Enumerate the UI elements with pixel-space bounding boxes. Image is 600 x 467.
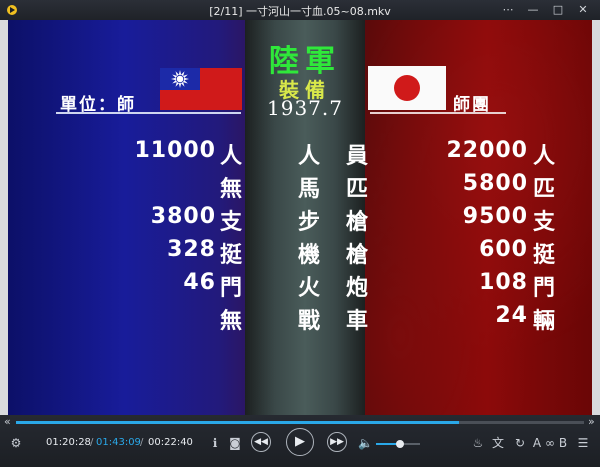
right-unit: 門 xyxy=(533,276,556,301)
right-value: 22000 xyxy=(446,138,528,163)
left-unit: 無 xyxy=(220,309,243,334)
left-value: 328 xyxy=(167,237,216,262)
right-unit: 人 xyxy=(533,144,556,169)
volume-slider[interactable] xyxy=(376,440,420,448)
fast-forward-icon: ▶▶ xyxy=(330,437,344,447)
right-unit: 支 xyxy=(533,210,556,235)
right-value: 600 xyxy=(479,237,528,262)
equalizer-icon[interactable]: ♨ xyxy=(471,435,485,451)
ab-repeat-a[interactable]: A xyxy=(531,435,543,451)
volume-icon[interactable]: 🔈 xyxy=(358,435,373,451)
right-value: 9500 xyxy=(462,204,528,229)
right-unit: 輛 xyxy=(533,309,556,334)
rewind-icon: ◀◀ xyxy=(254,437,268,447)
category-label: 火炮 xyxy=(298,276,395,301)
left-value: 46 xyxy=(183,270,216,295)
seek-back-arrow-icon[interactable]: « xyxy=(4,415,11,428)
play-icon: ▶ xyxy=(295,434,305,449)
current-time: 01:20:28 xyxy=(46,437,91,448)
control-bar: « » ⚙ 01:20:28 / 01:43:09 / 00:22:40 ℹ ◙… xyxy=(0,415,600,467)
time-separator: / xyxy=(140,437,144,448)
left-unit: 無 xyxy=(220,177,243,202)
category-label: 步槍 xyxy=(298,210,395,235)
right-value: 108 xyxy=(479,270,528,295)
roc-flag-icon xyxy=(160,68,242,110)
title-bar[interactable]: [2/11] 一寸河山一寸血.05~08.mkv ⋯ — □ ✕ xyxy=(0,0,600,20)
info-icon[interactable]: ℹ xyxy=(208,435,222,451)
remaining-time: 00:22:40 xyxy=(148,437,193,448)
left-value: 3800 xyxy=(150,204,216,229)
category-label: 戰車 xyxy=(298,309,395,334)
maximize-icon[interactable]: □ xyxy=(550,2,566,18)
volume-knob[interactable] xyxy=(396,440,405,448)
left-unit: 人 xyxy=(220,144,243,169)
total-time[interactable]: 01:43:09 xyxy=(96,437,141,448)
left-value: 11000 xyxy=(134,138,216,163)
left-divider xyxy=(56,112,241,114)
subtitle-icon[interactable]: 文 xyxy=(491,435,505,451)
minimize-icon[interactable]: — xyxy=(525,2,541,18)
playlist-icon[interactable]: ☰ xyxy=(576,435,590,451)
right-value: 5800 xyxy=(462,171,528,196)
right-value: 24 xyxy=(495,303,528,328)
rotate-icon[interactable]: ↻ xyxy=(513,435,527,451)
seek-forward-arrow-icon[interactable]: » xyxy=(588,415,595,428)
screenshot-icon[interactable]: ◙ xyxy=(228,435,242,451)
time-separator: / xyxy=(90,437,94,448)
right-divider xyxy=(370,112,506,114)
left-unit: 支 xyxy=(220,210,243,235)
left-unit: 挺 xyxy=(220,243,243,268)
close-icon[interactable]: ✕ xyxy=(575,2,591,18)
settings-icon[interactable]: ⚙ xyxy=(8,435,24,451)
right-unit: 匹 xyxy=(533,177,556,202)
seek-progress xyxy=(16,421,460,424)
right-unit: 挺 xyxy=(533,243,556,268)
seek-bar[interactable] xyxy=(16,421,584,424)
previous-button[interactable]: ◀◀ xyxy=(251,432,271,452)
category-label: 機槍 xyxy=(298,243,395,268)
player-window: [2/11] 一寸河山一寸血.05~08.mkv ⋯ — □ ✕ 陸軍 裝備 1… xyxy=(0,0,600,467)
loop-icon[interactable]: ∞ xyxy=(543,435,557,451)
red-disc-icon xyxy=(394,75,420,101)
japan-flag-icon xyxy=(368,66,446,110)
play-button[interactable]: ▶ xyxy=(286,428,314,456)
category-label: 馬匹 xyxy=(298,177,395,202)
ab-repeat-b[interactable]: B xyxy=(557,435,569,451)
pin-icon[interactable]: ⋯ xyxy=(500,2,516,18)
left-unit: 門 xyxy=(220,276,243,301)
video-frame[interactable]: 陸軍 裝備 1937.7 單位：師 師團 11000 人 人員 22000 人 … xyxy=(8,20,592,415)
header-date: 1937.7 xyxy=(267,96,343,120)
category-label: 人員 xyxy=(298,144,395,169)
next-button[interactable]: ▶▶ xyxy=(327,432,347,452)
white-sun-icon xyxy=(171,70,189,88)
